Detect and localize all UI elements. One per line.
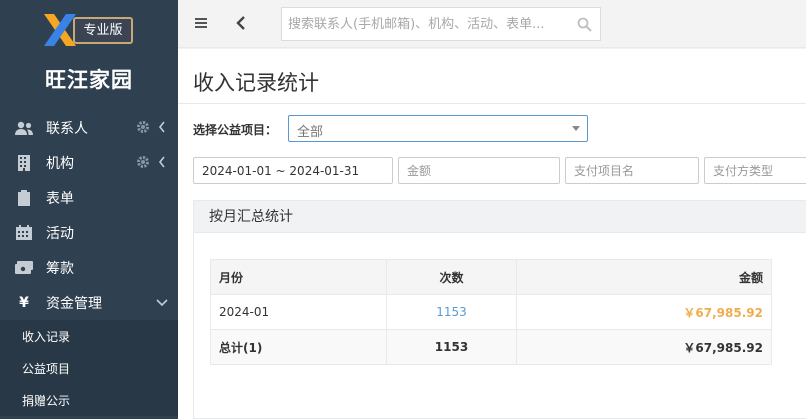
sidebar-subitem-donation-disclosure[interactable]: 捐赠公示 <box>0 384 178 416</box>
hamburger-menu-icon[interactable] <box>194 16 208 30</box>
project-filter-label: 选择公益项目： <box>193 123 278 137</box>
sidebar-subitem-label: 公益项目 <box>22 361 71 376</box>
sidebar-item-events[interactable]: 活动 <box>0 215 178 250</box>
sidebar-item-label: 表单 <box>46 190 74 207</box>
edition-badge: 专业版 <box>73 17 133 44</box>
amount-input[interactable] <box>398 157 560 184</box>
column-header-amount: 金额 <box>516 259 772 295</box>
monthly-summary-panel: 按月汇总统计 月份 次数 金额 2024-01 1153 ￥67,985.92 … <box>193 200 806 419</box>
dropdown-arrow-icon <box>572 126 580 131</box>
cell-amount: ￥67,985.92 <box>516 294 772 330</box>
sidebar-subitem-charity-projects[interactable]: 公益项目 <box>0 352 178 384</box>
sidebar-item-contacts[interactable]: 联系人 <box>0 110 178 145</box>
chevron-left-icon[interactable] <box>235 16 247 30</box>
sidebar-item-label: 筹款 <box>46 260 74 277</box>
chevron-left-icon <box>158 156 165 168</box>
sidebar: 专业版 旺汪家园 联系人 机构 表单 活动 筹款 ¥ 资金管理 收入记录 公益项… <box>0 0 178 419</box>
sidebar-item-label: 联系人 <box>46 120 88 137</box>
total-count: 1153 <box>386 329 517 365</box>
cell-count-link[interactable]: 1153 <box>386 294 517 330</box>
column-header-month: 月份 <box>210 259 387 295</box>
panel-title: 按月汇总统计 <box>194 201 806 233</box>
logo-area: 专业版 旺汪家园 <box>0 0 178 102</box>
sidebar-subitem-label: 捐赠公示 <box>22 393 71 408</box>
sidebar-subitem-label: 收入记录 <box>22 329 71 344</box>
title-divider <box>178 103 806 104</box>
date-range-input[interactable] <box>193 157 393 184</box>
total-amount: ￥67,985.92 <box>516 329 772 365</box>
table-header-row: 月份 次数 金额 <box>210 259 772 295</box>
gear-icon[interactable] <box>136 155 150 169</box>
table-row: 2024-01 1153 ￥67,985.92 <box>210 294 772 330</box>
chevron-down-icon <box>156 299 168 307</box>
cell-month: 2024-01 <box>210 294 387 330</box>
project-select-value: 全部 <box>297 125 324 140</box>
sidebar-item-label: 机构 <box>46 155 74 172</box>
yen-icon: ¥ <box>19 294 29 311</box>
sidebar-item-label: 资金管理 <box>46 295 102 312</box>
sidebar-item-fund-management[interactable]: ¥ 资金管理 <box>0 285 178 320</box>
building-icon <box>14 154 34 171</box>
chevron-left-icon <box>158 121 165 133</box>
clipboard-icon <box>14 189 34 206</box>
project-select[interactable]: 全部 <box>288 115 588 142</box>
sidebar-item-organizations[interactable]: 机构 <box>0 145 178 180</box>
column-header-count: 次数 <box>386 259 517 295</box>
topbar <box>178 0 806 48</box>
sidebar-item-fundraising[interactable]: 筹款 <box>0 250 178 285</box>
payment-project-input[interactable] <box>565 157 699 184</box>
search-box <box>281 7 601 41</box>
gear-icon[interactable] <box>136 120 150 134</box>
brand-title: 旺汪家园 <box>45 68 133 92</box>
total-label: 总计(1) <box>210 329 387 365</box>
sidebar-subnav: 收入记录 公益项目 捐赠公示 <box>0 320 178 416</box>
payer-type-input[interactable] <box>704 157 806 184</box>
search-icon[interactable] <box>577 17 592 32</box>
users-icon <box>14 120 34 136</box>
sidebar-item-forms[interactable]: 表单 <box>0 180 178 215</box>
money-icon <box>14 260 34 276</box>
calendar-icon <box>14 225 34 241</box>
sidebar-subitem-income-records[interactable]: 收入记录 <box>0 320 178 352</box>
search-input[interactable] <box>282 8 562 40</box>
page-title: 收入记录统计 <box>193 71 319 95</box>
table-total-row: 总计(1) 1153 ￥67,985.92 <box>210 329 772 365</box>
summary-table: 月份 次数 金额 2024-01 1153 ￥67,985.92 总计(1) 1… <box>210 259 772 365</box>
sidebar-nav: 联系人 机构 表单 活动 筹款 ¥ 资金管理 收入记录 公益项目 捐赠公示 <box>0 110 178 416</box>
main-content: 收入记录统计 选择公益项目： 全部 按月汇总统计 月份 次数 金额 2024-0… <box>178 49 806 419</box>
sidebar-item-label: 活动 <box>46 225 74 242</box>
